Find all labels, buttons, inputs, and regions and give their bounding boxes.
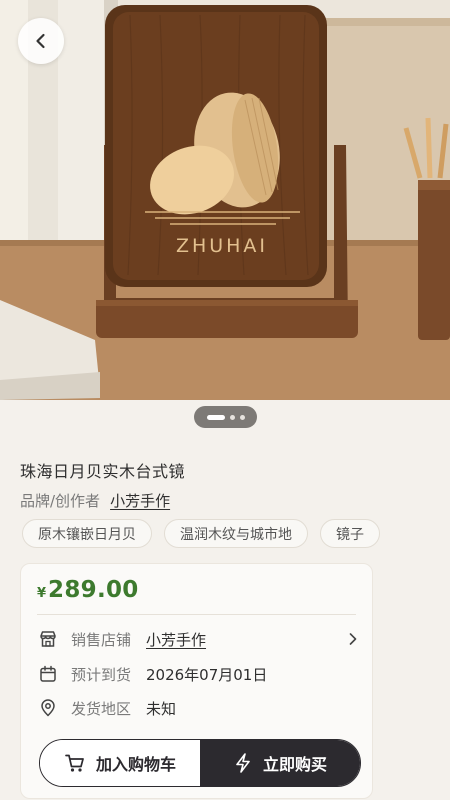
- pager-dot-active: [206, 414, 225, 420]
- tag-chip[interactable]: 温润木纹与城市地: [164, 519, 308, 548]
- delivery-date: 2026年07月01日: [146, 665, 268, 684]
- delivery-row: 预计到货 2026年07月01日: [37, 660, 359, 688]
- chevron-right-icon: [347, 632, 359, 646]
- chevron-left-icon: [36, 33, 45, 49]
- image-pager[interactable]: [194, 406, 257, 428]
- price: ¥289.00: [37, 577, 139, 603]
- origin-label: 发货地区: [71, 699, 132, 718]
- back-button[interactable]: [18, 18, 64, 64]
- tag-chip[interactable]: 镜子: [320, 519, 380, 548]
- store-name-link[interactable]: 小芳手作: [146, 629, 206, 650]
- store-row[interactable]: 销售店铺 小芳手作: [37, 625, 359, 653]
- brand-row: 品牌/创作者 小芳手作: [20, 490, 170, 511]
- delivery-label: 预计到货: [71, 665, 132, 684]
- lightning-icon: [236, 753, 250, 773]
- location-pin-icon: [37, 697, 59, 719]
- origin-row: 发货地区 未知: [37, 694, 359, 722]
- origin-value: 未知: [146, 699, 177, 718]
- add-to-cart-label: 加入购物车: [95, 755, 176, 774]
- action-buttons: 加入购物车 立即购买: [39, 739, 361, 787]
- purchase-card: ¥289.00 销售店铺 小芳手作 预计到货 2026年07月01日 发货地区 …: [20, 563, 373, 799]
- tag-list: 原木镶嵌日月贝 温润木纹与城市地 镜子: [22, 519, 380, 548]
- product-title: 珠海日月贝实木台式镜: [20, 462, 186, 481]
- divider: [37, 614, 356, 615]
- product-photo: ZHUHAI: [0, 0, 450, 400]
- tag-chip[interactable]: 原木镶嵌日月贝: [22, 519, 152, 548]
- shopping-cart-icon: [65, 754, 84, 772]
- buy-now-button[interactable]: 立即购买: [200, 740, 360, 786]
- pager-dot: [239, 414, 245, 420]
- store-icon: [37, 628, 59, 650]
- brand-name-link[interactable]: 小芳手作: [110, 490, 170, 511]
- buy-now-label: 立即购买: [262, 755, 327, 774]
- engraving-text: ZHUHAI: [176, 235, 268, 257]
- store-label: 销售店铺: [71, 630, 132, 649]
- brand-label: 品牌/创作者: [20, 492, 101, 510]
- pager-dot: [229, 414, 235, 420]
- add-to-cart-button[interactable]: 加入购物车: [40, 740, 200, 786]
- currency-symbol: ¥: [37, 586, 47, 601]
- price-value: 289.00: [48, 577, 139, 603]
- calendar-icon: [37, 663, 59, 685]
- product-image: ZHUHAI: [0, 0, 450, 400]
